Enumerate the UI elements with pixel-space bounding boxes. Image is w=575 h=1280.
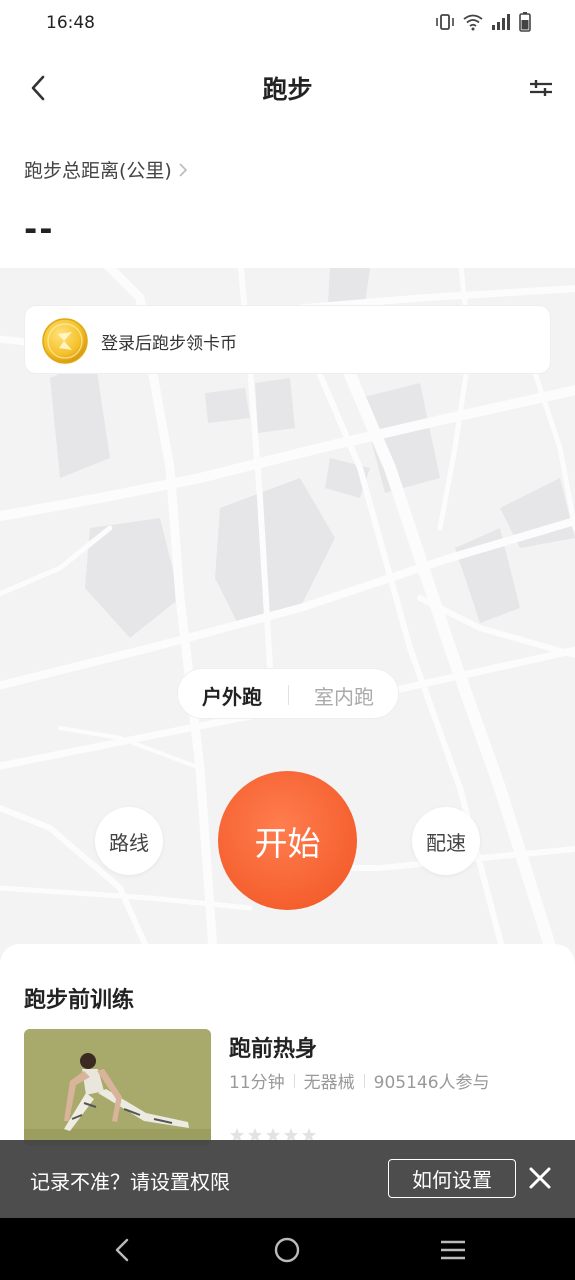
course-equipment: 无器械 <box>303 1073 355 1093</box>
back-icon <box>115 1238 129 1262</box>
vibrate-icon <box>436 14 454 30</box>
chevron-right-icon <box>179 162 187 177</box>
start-button[interactable]: 开始 <box>218 771 357 910</box>
athlete-image <box>24 1029 211 1146</box>
nav-back-button[interactable] <box>107 1235 137 1265</box>
sliders-icon <box>530 80 552 96</box>
tab-indoor-run[interactable]: 室内跑 <box>314 681 374 710</box>
menu-icon <box>441 1240 465 1260</box>
total-distance-link[interactable]: 跑步总距离(公里) <box>24 156 188 183</box>
meta-divider <box>363 1073 365 1088</box>
pace-button[interactable]: 配速 <box>412 807 480 875</box>
meta-divider <box>293 1073 295 1088</box>
nav-home-button[interactable] <box>272 1235 302 1265</box>
coin-icon <box>42 318 88 364</box>
signal-icon <box>492 14 510 30</box>
page-title: 跑步 <box>262 75 313 104</box>
filter-button[interactable] <box>523 70 559 106</box>
route-button[interactable]: 路线 <box>95 807 163 875</box>
total-distance-section: 跑步总距离(公里) -- <box>0 128 575 268</box>
home-icon <box>274 1237 300 1263</box>
toast-close-button[interactable] <box>523 1161 557 1195</box>
status-time: 16:48 <box>46 13 95 33</box>
total-distance-value: -- <box>24 210 55 248</box>
course-participants: 905146人参与 <box>373 1073 490 1093</box>
mode-divider <box>288 685 289 705</box>
status-icons <box>435 12 531 32</box>
wifi-icon <box>463 14 483 31</box>
course-thumbnail[interactable] <box>24 1029 211 1146</box>
system-nav-bar <box>0 1218 575 1280</box>
tab-outdoor-run[interactable]: 户外跑 <box>202 681 262 710</box>
how-to-setup-button[interactable]: 如何设置 <box>388 1159 516 1198</box>
battery-icon <box>519 12 531 32</box>
permission-toast: 记录不准？请设置权限 如何设置 <box>0 1140 575 1218</box>
run-mode-switch: 户外跑 室内跑 <box>177 668 399 719</box>
total-distance-label: 跑步总距离(公里) <box>24 160 172 182</box>
course-meta: 11分钟 无器械 905146人参与 <box>229 1068 490 1093</box>
course-name[interactable]: 跑前热身 <box>229 1031 317 1063</box>
course-duration: 11分钟 <box>229 1073 285 1093</box>
coin-banner-text: 登录后跑步领卡币 <box>101 334 237 354</box>
header: 跑步 <box>0 48 575 128</box>
status-bar: 16:48 <box>0 0 575 48</box>
nav-menu-button[interactable] <box>438 1235 468 1265</box>
toast-message: 记录不准？请设置权限 <box>30 1170 230 1194</box>
coin-banner[interactable]: 登录后跑步领卡币 <box>24 305 551 374</box>
training-section-title: 跑步前训练 <box>24 988 135 1013</box>
close-icon <box>529 1167 551 1189</box>
